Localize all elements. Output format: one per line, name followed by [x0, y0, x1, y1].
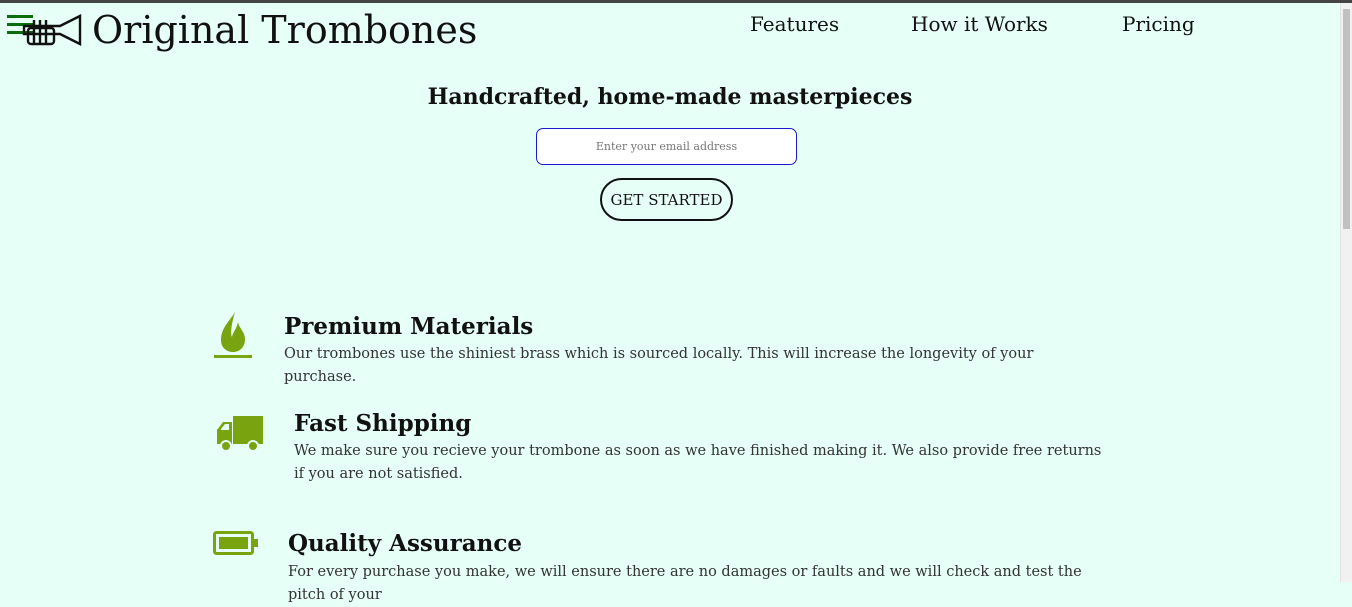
feature-text-fast-shipping: We make sure you recieve your trombone a…: [294, 443, 1102, 482]
scrollbar-thumb[interactable]: [1343, 9, 1350, 229]
vertical-scrollbar[interactable]: [1340, 3, 1352, 582]
feature-text-quality-assurance: For every purchase you make, we will ens…: [288, 564, 1082, 603]
nav-link-features[interactable]: Features: [750, 10, 839, 38]
nav-link-pricing[interactable]: Pricing: [1122, 10, 1195, 38]
email-input[interactable]: [536, 128, 797, 165]
truck-icon: [217, 416, 263, 452]
nav-link-how-it-works[interactable]: How it Works: [911, 10, 1048, 38]
feature-title-fast-shipping: Fast Shipping: [294, 410, 472, 437]
brand-title: Original Trombones: [92, 8, 478, 52]
trumpet-logo-icon: [22, 14, 82, 46]
get-started-button[interactable]: GET STARTED: [600, 178, 733, 221]
fire-icon: [214, 312, 252, 358]
feature-title-quality-assurance: Quality Assurance: [288, 530, 522, 557]
hero-heading: Handcrafted, home-made masterpieces: [427, 84, 913, 110]
feature-title-premium-materials: Premium Materials: [284, 313, 534, 340]
feature-text-premium-materials: Our trombones use the shiniest brass whi…: [284, 346, 1034, 385]
battery-full-icon: [213, 531, 258, 555]
window-top-border: [0, 0, 1352, 3]
